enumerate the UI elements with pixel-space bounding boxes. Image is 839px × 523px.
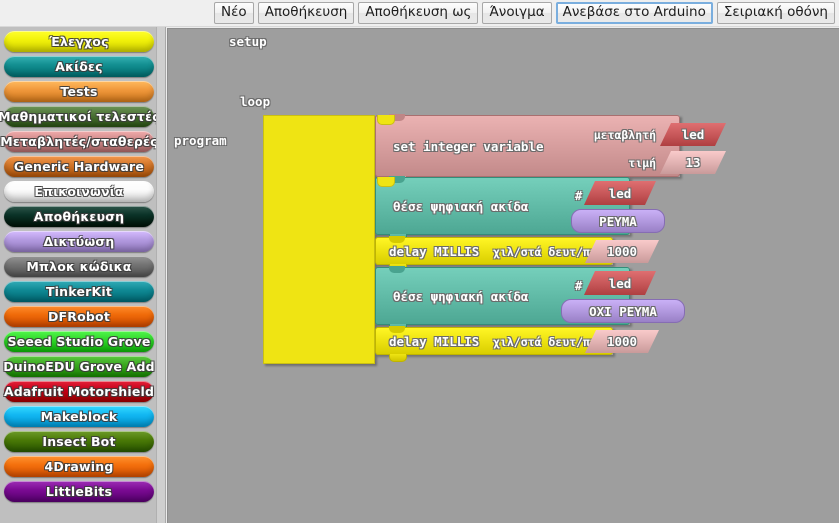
- sidebar-item-label: Αποθήκευση: [33, 209, 125, 224]
- sidebar-item-math-operators[interactable]: Μαθηματικοί τελεστές: [0, 106, 160, 127]
- sidebar-item-label: Ακίδες: [55, 59, 103, 74]
- sidebar-item-label: TinkerKit: [45, 284, 113, 299]
- upload-to-arduino-button[interactable]: Ανεβάσε στο Arduino: [555, 2, 713, 24]
- pin-number-hash-icon: #: [575, 189, 583, 203]
- sidebar-item-communication[interactable]: Επικοινωνία: [4, 181, 154, 202]
- sidebar-item-dfrobot[interactable]: DFRobot: [4, 306, 154, 327]
- sidebar-item-pins[interactable]: Ακίδες: [4, 56, 154, 77]
- sidebar-item-label: Επικοινωνία: [34, 184, 124, 199]
- value-plug-text: ΡΕΥΜΑ: [599, 213, 637, 229]
- setup-connector-tab: [377, 115, 395, 125]
- block-text: θέσε ψηφιακή ακίδα: [393, 289, 529, 304]
- arg-label: τιμή: [628, 156, 656, 170]
- set-digital-pin-block[interactable]: θέσε ψηφιακή ακίδα # led ΡΕΥΜΑ: [375, 176, 665, 242]
- value-plug[interactable]: 1000: [585, 330, 659, 353]
- sidebar-item-storage[interactable]: Αποθήκευση: [4, 206, 154, 227]
- value-plug[interactable]: led: [660, 123, 726, 146]
- new-button[interactable]: Νέο: [214, 2, 254, 24]
- value-plug-text: 1000: [606, 334, 638, 349]
- value-plug[interactable]: led: [584, 271, 656, 295]
- sidebar-item-label: Adafruit Motorshield: [3, 384, 155, 399]
- loop-socket-label: loop: [240, 94, 271, 109]
- arg-label: μεταβλητή: [593, 128, 656, 142]
- save-as-button[interactable]: Αποθήκευση ως: [358, 2, 479, 24]
- sidebar-item-adafruit-motorshield[interactable]: Adafruit Motorshield: [4, 381, 154, 402]
- sidebar-item-tinkerkit[interactable]: TinkerKit: [4, 281, 154, 302]
- block-text: delay MILLIS: [389, 244, 480, 259]
- sidebar-item-control[interactable]: Έλεγχος: [4, 31, 154, 52]
- delay-millis-block[interactable]: delay MILLIS χιλ/στά δευτ/πτου 1000: [375, 236, 613, 272]
- value-plug[interactable]: 13: [660, 151, 726, 174]
- sidebar-item-littlebits[interactable]: LittleBits: [4, 481, 154, 502]
- sidebar-item-label: Makeblock: [40, 409, 118, 424]
- save-button[interactable]: Αποθήκευση: [257, 2, 355, 24]
- sidebar-item-label: LittleBits: [45, 484, 113, 499]
- block-top-notch: [389, 326, 405, 333]
- value-plug-text: led: [608, 185, 632, 201]
- sidebar-item-label: Tests: [60, 84, 98, 99]
- setup-socket-label: setup: [229, 34, 267, 49]
- category-sidebar[interactable]: Έλεγχος Ακίδες Tests Μαθηματικοί τελεστές Με…: [0, 27, 166, 523]
- category-list: Έλεγχος Ακίδες Tests Μαθηματικοί τελεστές Με…: [0, 27, 160, 506]
- program-block-label: program: [174, 133, 227, 148]
- value-plug-text: ΟΧΙ ΡΕΥΜΑ: [589, 303, 657, 319]
- sidebar-item-tests[interactable]: Tests: [4, 81, 154, 102]
- value-plug-text: led: [608, 275, 632, 291]
- sidebar-item-label: DuinoEDU Grove Add: [3, 359, 155, 374]
- sidebar-item-networking[interactable]: Δικτύωση: [4, 231, 154, 252]
- sidebar-item-label: 4Drawing: [44, 459, 114, 474]
- sidebar-item-label: Μεταβλητές/σταθερές: [0, 134, 158, 149]
- value-plug[interactable]: 1000: [585, 240, 659, 263]
- sidebar-item-makeblock[interactable]: Makeblock: [4, 406, 154, 427]
- program-block[interactable]: [263, 115, 375, 364]
- block-bottom-nub: [389, 354, 407, 362]
- serial-monitor-button[interactable]: Σειριακή οθόνη: [716, 2, 835, 24]
- sidebar-scrollbar[interactable]: [156, 27, 165, 523]
- sidebar-item-label: Seeed Studio Grove: [7, 334, 151, 349]
- block-text: set integer variable: [393, 139, 544, 154]
- block-top-notch: [389, 266, 405, 273]
- sidebar-item-label: Μπλοκ κώδικα: [26, 259, 132, 274]
- value-plug[interactable]: ΟΧΙ ΡΕΥΜΑ: [561, 299, 685, 323]
- sidebar-item-generic-hardware[interactable]: Generic Hardware: [4, 156, 154, 177]
- block-text: θέσε ψηφιακή ακίδα: [393, 199, 529, 214]
- app-window: Νέο Αποθήκευση Αποθήκευση ως Άνοιγμα Ανεβάσε…: [0, 0, 839, 523]
- sidebar-item-duinoedu-grove-add[interactable]: DuinoEDU Grove Add: [3, 356, 155, 377]
- set-integer-variable-block[interactable]: set integer variable μεταβλητή τιμή led 13: [375, 114, 680, 184]
- delay-millis-block[interactable]: delay MILLIS χιλ/στά δευτ/πτου 1000: [375, 326, 613, 362]
- sidebar-item-label: Μαθηματικοί τελεστές: [0, 109, 160, 124]
- toolbar: Νέο Αποθήκευση Αποθήκευση ως Άνοιγμα Ανεβάσε…: [0, 0, 839, 27]
- sidebar-item-seeed-studio-grove[interactable]: Seeed Studio Grove: [4, 331, 154, 352]
- open-button[interactable]: Άνοιγμα: [482, 2, 552, 24]
- sidebar-item-code-blocks[interactable]: Μπλοκ κώδικα: [4, 256, 154, 277]
- sidebar-item-label: Insect Bot: [42, 434, 116, 449]
- sidebar-item-insect-bot[interactable]: Insect Bot: [4, 431, 154, 452]
- block-canvas[interactable]: program setup loop set integer variable μ…: [167, 28, 839, 523]
- sidebar-item-label: DFRobot: [47, 309, 111, 324]
- value-plug[interactable]: ΡΕΥΜΑ: [571, 209, 665, 233]
- block-top-notch: [389, 236, 405, 243]
- sidebar-item-label: Δικτύωση: [43, 234, 115, 249]
- pin-number-hash-icon: #: [575, 279, 583, 293]
- sidebar-item-label: Έλεγχος: [49, 34, 109, 49]
- sidebar-item-variables-constants[interactable]: Μεταβλητές/σταθερές: [0, 131, 158, 152]
- sidebar-item-4drawing[interactable]: 4Drawing: [4, 456, 154, 477]
- value-plug-text: 13: [685, 155, 701, 170]
- set-digital-pin-block[interactable]: θέσε ψηφιακή ακίδα # led ΟΧΙ ΡΕΥΜΑ: [375, 266, 685, 332]
- value-plug-text: led: [681, 127, 705, 142]
- block-text: delay MILLIS: [389, 334, 480, 349]
- loop-connector-tab: [377, 177, 395, 187]
- value-plug-text: 1000: [606, 244, 638, 259]
- sidebar-item-label: Generic Hardware: [13, 159, 145, 174]
- value-plug[interactable]: led: [584, 181, 656, 205]
